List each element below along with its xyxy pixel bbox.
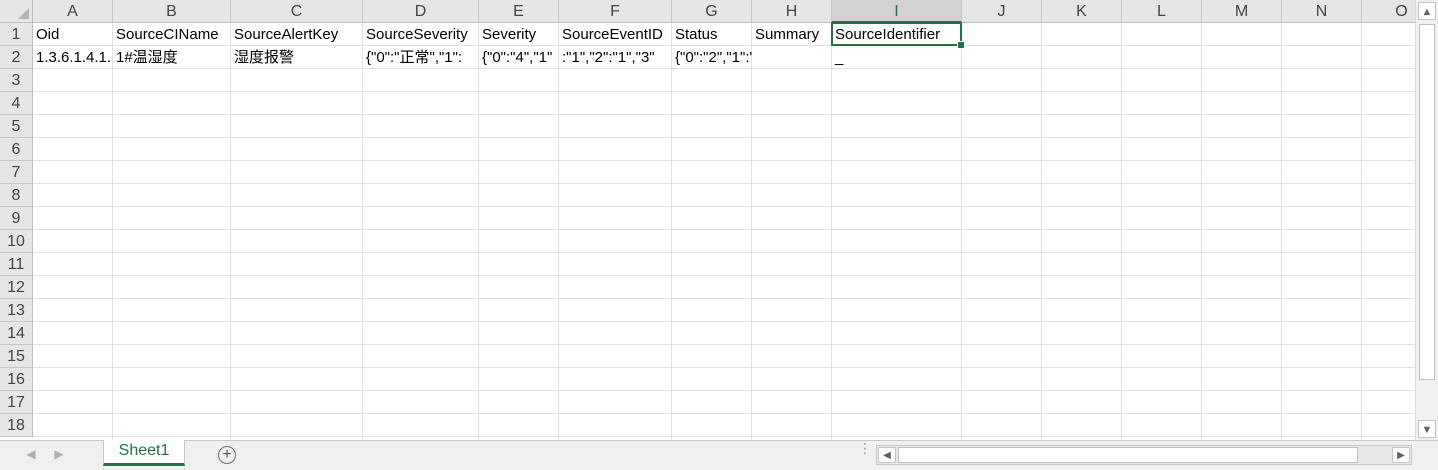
column-header-h[interactable]: H bbox=[752, 0, 832, 23]
row-header-3[interactable]: 3 bbox=[0, 69, 33, 92]
cell-b2[interactable]: 1#温湿度 bbox=[113, 46, 231, 69]
select-all-button[interactable] bbox=[0, 0, 33, 23]
row-header-5[interactable]: 5 bbox=[0, 115, 33, 138]
gridline-vertical bbox=[230, 23, 231, 440]
plus-circle-icon[interactable]: + bbox=[218, 446, 236, 464]
gridline-vertical bbox=[112, 23, 113, 440]
gridline-horizontal bbox=[33, 390, 1415, 391]
active-cell-outline bbox=[831, 22, 962, 46]
column-header-e[interactable]: E bbox=[479, 0, 559, 23]
gridline-vertical bbox=[831, 23, 832, 440]
cell-g2[interactable]: {"0":"2","1":"1","2":"1 bbox=[672, 46, 752, 69]
gridline-horizontal bbox=[33, 413, 1415, 414]
row-header-1[interactable]: 1 bbox=[0, 23, 33, 46]
column-header-l[interactable]: L bbox=[1122, 0, 1202, 23]
split-handle[interactable]: ⋮ bbox=[858, 441, 872, 455]
gridline-vertical bbox=[478, 23, 479, 440]
row-header-9[interactable]: 9 bbox=[0, 207, 33, 230]
gridline-vertical bbox=[961, 23, 962, 440]
arrow-down-icon[interactable]: ▼ bbox=[1418, 420, 1436, 438]
gridline-horizontal bbox=[33, 344, 1415, 345]
column-header-i[interactable]: I bbox=[832, 0, 962, 23]
row-header-8[interactable]: 8 bbox=[0, 184, 33, 207]
gridline-vertical bbox=[671, 23, 672, 440]
column-header-j[interactable]: J bbox=[962, 0, 1042, 23]
gridline-horizontal bbox=[33, 137, 1415, 138]
gridline-vertical bbox=[558, 23, 559, 440]
select-all-triangle-icon bbox=[18, 8, 29, 19]
gridline-horizontal bbox=[33, 114, 1415, 115]
row-header-2[interactable]: 2 bbox=[0, 46, 33, 69]
column-header-f[interactable]: F bbox=[559, 0, 672, 23]
row-header-14[interactable]: 14 bbox=[0, 322, 33, 345]
chevron-left-icon[interactable]: ◀ bbox=[24, 447, 38, 461]
column-header-d[interactable]: D bbox=[363, 0, 479, 23]
gridline-horizontal bbox=[33, 183, 1415, 184]
gridline-horizontal bbox=[33, 367, 1415, 368]
column-header-a[interactable]: A bbox=[33, 0, 113, 23]
arrow-right-icon[interactable]: ▶ bbox=[1392, 447, 1410, 463]
gridline-horizontal bbox=[33, 321, 1415, 322]
row-header-15[interactable]: 15 bbox=[0, 345, 33, 368]
cell-c2[interactable]: 湿度报警 bbox=[231, 46, 363, 69]
gridline-vertical bbox=[362, 23, 363, 440]
arrow-left-icon[interactable]: ◀ bbox=[878, 447, 896, 463]
cell-a1[interactable]: Oid bbox=[33, 23, 113, 46]
gridline-horizontal bbox=[33, 252, 1415, 253]
cell-g1[interactable]: Status bbox=[672, 23, 752, 46]
column-header-m[interactable]: M bbox=[1202, 0, 1282, 23]
row-header-18[interactable]: 18 bbox=[0, 414, 33, 437]
row-header-16[interactable]: 16 bbox=[0, 368, 33, 391]
arrow-up-icon[interactable]: ▲ bbox=[1418, 2, 1436, 20]
fill-handle[interactable] bbox=[957, 41, 965, 49]
sheet-tab-sheet1[interactable]: Sheet1 bbox=[103, 440, 185, 466]
row-header-10[interactable]: 10 bbox=[0, 230, 33, 253]
cell-c1[interactable]: SourceAlertKey bbox=[231, 23, 363, 46]
cell-i2[interactable]: _ bbox=[832, 46, 962, 69]
column-header-c[interactable]: C bbox=[231, 0, 363, 23]
column-header-o[interactable]: O bbox=[1362, 0, 1415, 23]
cell-f1[interactable]: SourceEventID bbox=[559, 23, 672, 46]
gridline-vertical bbox=[1361, 23, 1362, 440]
row-header-13[interactable]: 13 bbox=[0, 299, 33, 322]
cell-d2[interactable]: {"0":"正常","1": bbox=[363, 46, 479, 69]
vertical-scrollbar[interactable]: ▲ ▼ bbox=[1415, 0, 1438, 440]
horizontal-scrollbar[interactable]: ◀ ▶ bbox=[876, 445, 1412, 465]
cell-b1[interactable]: SourceCIName bbox=[113, 23, 231, 46]
gridline-vertical bbox=[1121, 23, 1122, 440]
gridline-horizontal bbox=[33, 436, 1415, 437]
horizontal-scroll-thumb[interactable] bbox=[898, 447, 1358, 463]
cell-a2[interactable]: 1.3.6.1.4.1. bbox=[33, 46, 113, 69]
cell-d1[interactable]: SourceSeverity bbox=[363, 23, 479, 46]
cell-e2[interactable]: {"0":"4","1" bbox=[479, 46, 559, 69]
column-header-k[interactable]: K bbox=[1042, 0, 1122, 23]
cell-e1[interactable]: Severity bbox=[479, 23, 559, 46]
row-header-17[interactable]: 17 bbox=[0, 391, 33, 414]
gridline-horizontal bbox=[33, 298, 1415, 299]
chevron-right-icon[interactable]: ▶ bbox=[52, 447, 66, 461]
gridline-horizontal bbox=[33, 91, 1415, 92]
vertical-scroll-thumb[interactable] bbox=[1419, 24, 1435, 380]
column-header-g[interactable]: G bbox=[672, 0, 752, 23]
spreadsheet-grid[interactable]: ABCDEFGHIJKLMNO 1 2 3 4 5 6 7 8 9 10 11 12 13 14 15 16 1… bbox=[0, 0, 1415, 440]
row-header-11[interactable]: 11 bbox=[0, 253, 33, 276]
gridline-horizontal bbox=[33, 160, 1415, 161]
row-header-12[interactable]: 12 bbox=[0, 276, 33, 299]
gridline-vertical bbox=[1201, 23, 1202, 440]
column-header-b[interactable]: B bbox=[113, 0, 231, 23]
cell-h1[interactable]: Summary bbox=[752, 23, 832, 46]
gridline-vertical bbox=[1281, 23, 1282, 440]
gridline-horizontal bbox=[33, 206, 1415, 207]
sheet-tab-bar: ◀ ▶ Sheet1 + ⋮ ◀ ▶ bbox=[0, 440, 1438, 470]
gridline-horizontal bbox=[33, 275, 1415, 276]
row-header-6[interactable]: 6 bbox=[0, 138, 33, 161]
row-header-7[interactable]: 7 bbox=[0, 161, 33, 184]
cell-f2[interactable]: :"1","2":"1","3" bbox=[559, 46, 672, 69]
gridline-vertical bbox=[1041, 23, 1042, 440]
row-header-4[interactable]: 4 bbox=[0, 92, 33, 115]
gridline-horizontal bbox=[33, 229, 1415, 230]
gridline-vertical bbox=[751, 23, 752, 440]
column-header-n[interactable]: N bbox=[1282, 0, 1362, 23]
